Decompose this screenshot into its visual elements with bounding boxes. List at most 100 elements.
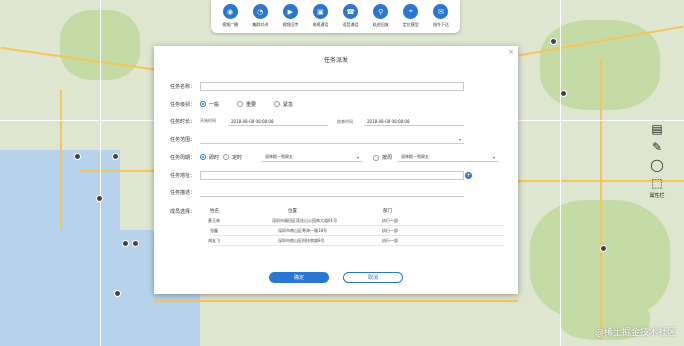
start-time-input[interactable]: 2018-08-08 08:08:08 xyxy=(228,117,328,126)
toolbar-button-0[interactable]: ◉ 视频广播 xyxy=(217,4,243,33)
staff-marker[interactable] xyxy=(600,245,607,252)
row-divider xyxy=(214,245,504,246)
task-name-input[interactable] xyxy=(200,82,464,91)
task-dispatch-dialog: 任务派发 × 任务名称： 任务级别： 一般 重要 紧急 任务时长： 开始时间 2… xyxy=(154,46,518,294)
task-desc-input[interactable] xyxy=(200,188,464,197)
type-instant-label: 即时 xyxy=(209,154,220,161)
toolbar-label: 轨迹回放 xyxy=(372,22,389,27)
task-type-label: 任务周期： xyxy=(170,154,196,161)
dialog-title: 任务派发 xyxy=(323,57,348,64)
col-header-location: 位置 xyxy=(288,209,297,214)
toolbar-label: 定位模型 xyxy=(402,22,419,27)
row1-name[interactable]: 黄玉林 xyxy=(208,218,220,224)
chevron-down-icon: ▾ xyxy=(492,154,495,160)
task-range-select[interactable]: ▾ xyxy=(200,135,464,144)
task-time-row: 任务时长： 开始时间 xyxy=(170,116,220,126)
toolbar-button-1[interactable]: ◔ 集群对讲 xyxy=(247,4,273,33)
toolbar-button-3[interactable]: ▣ 电视通话 xyxy=(307,4,333,33)
speaker-icon: ◔ xyxy=(252,4,268,19)
end-time-input[interactable]: 2018-08-08 08:08:08 xyxy=(364,117,464,126)
task-desc-label: 任务描述： xyxy=(170,189,196,196)
staff-marker[interactable] xyxy=(114,290,121,297)
start-time-label: 开始时间 xyxy=(200,118,216,123)
staff-row: 成员选择： xyxy=(170,206,200,216)
dispatch-icon: ✉ xyxy=(433,4,449,19)
toolbar-button-4[interactable]: ☎ 语音通话 xyxy=(338,4,364,33)
chevron-down-icon: ▾ xyxy=(458,136,461,142)
rect-select-icon[interactable]: ⬚ xyxy=(651,174,662,192)
toolbar-button-2[interactable]: ▶ 视频回传 xyxy=(277,4,303,33)
type-weekly-label: 按周 xyxy=(382,155,393,161)
week-range-select-b[interactable]: 双休假一到周五 ▾ xyxy=(398,153,498,162)
task-range-row: 任务范围： xyxy=(170,134,200,144)
level-urgent-radio[interactable] xyxy=(274,101,281,107)
row1-location: 深圳市福田区莲花山公园南大道01号 xyxy=(272,218,338,223)
task-address-row: 任务地址： xyxy=(170,170,200,180)
edit-pencil-icon[interactable]: ✎ xyxy=(652,138,662,156)
row1-dept: 执行一部 xyxy=(382,218,398,223)
right-tools-label: 属性栏 xyxy=(649,193,665,199)
highway xyxy=(154,300,518,302)
type-scheduled-radio[interactable] xyxy=(223,154,230,160)
task-address-label: 任务地址： xyxy=(170,172,196,179)
col-header-dept: 部门 xyxy=(383,209,392,214)
type-instant-radio[interactable] xyxy=(200,154,206,160)
staff-marker[interactable] xyxy=(96,195,103,202)
task-level-row: 任务级别： 一般 重要 紧急 xyxy=(170,99,307,109)
staff-marker[interactable] xyxy=(132,240,139,247)
staff-marker[interactable] xyxy=(74,153,81,160)
task-type-row: 任务周期： 即时 定时 xyxy=(170,152,246,162)
week-range-a-value: 双休假一到周五 xyxy=(265,154,293,159)
toolbar-label: 语音通话 xyxy=(342,22,359,27)
confirm-button[interactable]: 确定 xyxy=(269,272,329,283)
row2-name[interactable]: 张鑫 xyxy=(210,228,218,234)
track-icon: ⚲ xyxy=(373,4,389,19)
toolbar-label: 集群对讲 xyxy=(252,22,269,27)
row2-location: 深圳市南山区粤海一路18号 xyxy=(278,228,328,233)
video-call-icon: ▶ xyxy=(282,4,298,19)
right-toolbox: ▤ ✎ ◯ ⬚ 属性栏 xyxy=(646,120,668,199)
toolbar-button-7[interactable]: ✉ 指令下达 xyxy=(428,4,454,33)
toolbar-label: 视频广播 xyxy=(222,22,239,27)
task-name-row: 任务名称： xyxy=(170,81,200,91)
cancel-button[interactable]: 取消 xyxy=(343,272,403,283)
row3-dept: 执行一部 xyxy=(382,238,398,243)
circle-select-icon[interactable]: ◯ xyxy=(650,156,663,174)
staff-label: 成员选择： xyxy=(170,208,196,215)
type-scheduled-label: 定时 xyxy=(232,154,243,161)
task-desc-row: 任务描述： xyxy=(170,187,200,197)
location-icon: ⌖ xyxy=(403,4,419,19)
staff-marker[interactable] xyxy=(550,38,557,45)
add-address-icon[interactable]: + xyxy=(465,172,472,179)
level-normal-radio[interactable] xyxy=(200,101,206,107)
toolbar-label: 视频回传 xyxy=(282,22,299,27)
street xyxy=(100,0,101,346)
row3-name[interactable]: 胡友飞 xyxy=(208,238,220,244)
toolbar-label: 指令下达 xyxy=(432,22,449,27)
highway xyxy=(60,90,62,230)
task-list-icon[interactable]: ▤ xyxy=(651,120,662,138)
start-time-value: 2018-08-08 08:08:08 xyxy=(231,118,274,124)
level-urgent-label: 紧急 xyxy=(283,101,294,108)
week-range-select-a[interactable]: 双休假一到周五 ▾ xyxy=(262,153,362,162)
toolbar-button-5[interactable]: ⚲ 轨迹回放 xyxy=(368,4,394,33)
staff-marker[interactable] xyxy=(560,90,567,97)
row3-location: 深圳市南山区科技南路8号 xyxy=(278,238,325,243)
staff-marker[interactable] xyxy=(122,240,129,247)
broadcast-icon: ◉ xyxy=(222,4,238,19)
voice-call-icon: ☎ xyxy=(343,4,359,19)
type-weekly-radio[interactable] xyxy=(373,154,379,161)
task-range-label: 任务范围： xyxy=(170,136,196,143)
close-icon[interactable]: × xyxy=(508,48,514,56)
level-important-radio[interactable] xyxy=(237,101,244,107)
chevron-down-icon: ▾ xyxy=(356,154,359,160)
staff-marker[interactable] xyxy=(112,153,119,160)
toolbar-button-6[interactable]: ⌖ 定位模型 xyxy=(398,4,424,33)
function-toolbar: ◉ 视频广播 ◔ 集群对讲 ▶ 视频回传 ▣ 电视通话 ☎ 语音通话 ⚲ 轨迹回放 ⌖ 定位模型 ✉ 指令下达 xyxy=(211,0,460,33)
row-divider xyxy=(214,225,504,226)
type-weekly-group: 按周 xyxy=(373,154,394,161)
task-time-label: 任务时长： xyxy=(170,118,196,125)
row2-dept: 执行一部 xyxy=(382,228,398,233)
task-address-input[interactable] xyxy=(200,171,464,180)
toolbar-label: 电视通话 xyxy=(312,22,329,27)
